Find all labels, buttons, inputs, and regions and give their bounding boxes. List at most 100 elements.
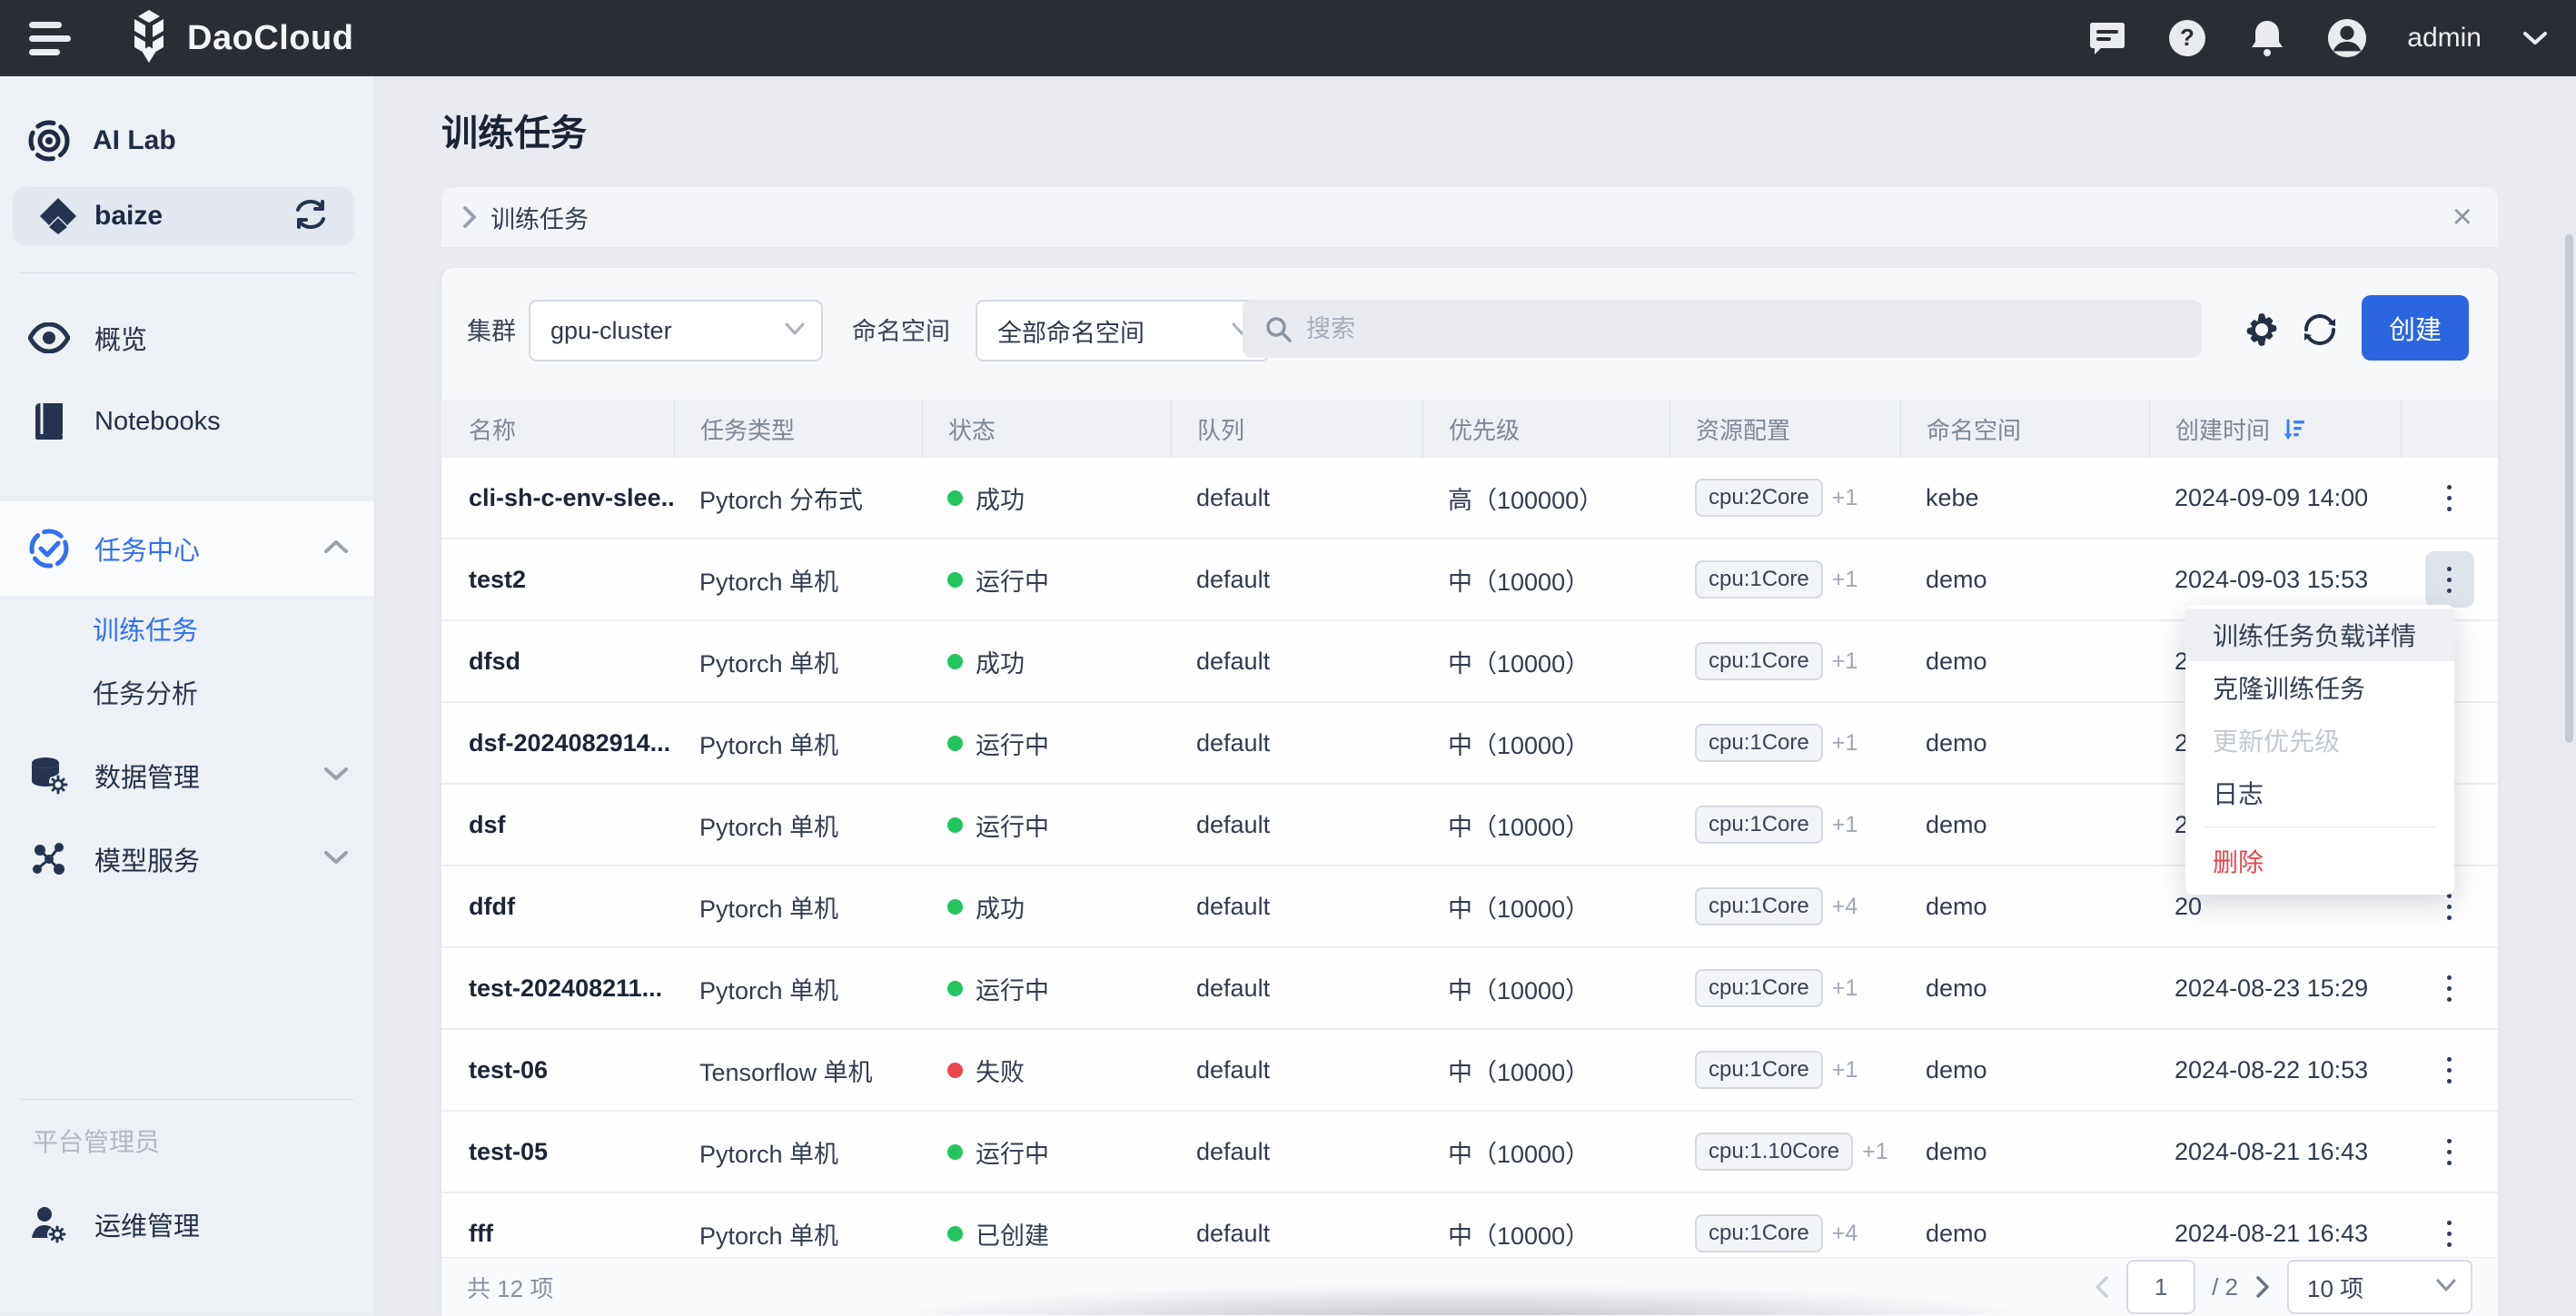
bell-icon[interactable] [2247, 18, 2287, 58]
task-status: 运行中 [922, 1112, 1171, 1192]
kebab-menu-button[interactable] [2425, 551, 2474, 608]
task-type: Pytorch 单机 [674, 866, 922, 946]
column-header: 任务类型 [674, 400, 922, 458]
task-resources: cpu:2Core+1 [1669, 458, 1900, 538]
search-input[interactable] [1304, 314, 2125, 344]
kebab-menu-button[interactable] [2425, 1042, 2474, 1098]
menu-item-workload-details[interactable]: 训练任务负载详情 [2185, 609, 2454, 661]
brand-name: DaoCloud [187, 19, 353, 58]
sidebar-item-ops-management[interactable]: 运维管理 [0, 1186, 374, 1262]
task-namespace: demo [1900, 1030, 2149, 1110]
menu-item-clone[interactable]: 克隆训练任务 [2185, 661, 2454, 714]
refresh-icon[interactable] [2300, 310, 2340, 350]
create-button[interactable]: 创建 [2362, 295, 2469, 361]
status-dot [947, 1144, 963, 1160]
workspace-swap-icon[interactable] [292, 199, 329, 234]
task-type: Pytorch 单机 [674, 621, 922, 701]
avatar[interactable] [2327, 18, 2367, 58]
sidebar-subitem-training-tasks[interactable]: 训练任务 [93, 601, 198, 656]
cluster-select[interactable]: gpu-cluster [529, 300, 823, 361]
task-namespace: kebe [1900, 458, 2149, 538]
table-row: test-06Tensorflow 单机失败default中（10000）cpu… [441, 1030, 2498, 1112]
menu-item-update-priority[interactable]: 更新优先级 [2185, 714, 2454, 767]
workspace-selector[interactable]: baize [13, 187, 354, 245]
scrollbar-thumb[interactable] [2565, 234, 2573, 743]
menu-item-delete[interactable]: 删除 [2185, 835, 2454, 887]
task-created-time: 2024-08-23 15:29 [2149, 948, 2401, 1028]
sidebar-item-overview[interactable]: 概览 [0, 300, 374, 376]
kebab-menu-button[interactable] [2425, 1123, 2474, 1180]
message-icon[interactable] [2087, 18, 2127, 58]
resource-chip: cpu:2Core [1695, 479, 1823, 517]
task-type: Pytorch 分布式 [674, 458, 922, 538]
resource-extra-count: +1 [1832, 812, 1858, 838]
hamburger-menu-icon[interactable] [29, 22, 73, 56]
task-queue: default [1171, 703, 1422, 783]
task-priority: 中（10000） [1422, 621, 1669, 701]
kebab-menu-button[interactable] [2425, 1205, 2474, 1262]
sidebar-divider [20, 272, 354, 273]
sidebar-subitem-task-analysis[interactable]: 任务分析 [93, 665, 198, 719]
cluster-label: 集群 [467, 312, 516, 347]
task-status: 失败 [922, 1030, 1171, 1110]
status-dot [947, 654, 963, 669]
user-chevron-down-icon[interactable] [2522, 18, 2549, 58]
task-priority: 中（10000） [1422, 539, 1669, 619]
page-input[interactable] [2136, 1272, 2185, 1302]
sidebar-item-model-services[interactable]: 模型服务 [0, 821, 374, 897]
resource-chip: cpu:1Core [1695, 642, 1823, 680]
status-label: 运行中 [976, 971, 1049, 1006]
resource-extra-count: +1 [1832, 567, 1858, 593]
prev-page-icon[interactable] [2094, 1275, 2110, 1299]
resource-extra-count: +4 [1832, 1221, 1858, 1247]
model-nodes-icon [18, 839, 80, 879]
status-dot [947, 899, 963, 915]
menu-item-logs[interactable]: 日志 [2185, 767, 2454, 819]
row-actions [2401, 458, 2498, 538]
task-type: Pytorch 单机 [674, 1112, 922, 1192]
column-label: 名称 [469, 412, 516, 446]
tab-label[interactable]: 训练任务 [490, 200, 589, 235]
task-namespace: demo [1900, 948, 2149, 1028]
sidebar-divider [20, 1099, 354, 1100]
total-count: 共 12 项 [467, 1271, 553, 1304]
kebab-menu-button[interactable] [2425, 470, 2474, 526]
namespace-select[interactable]: 全部命名空间 [976, 300, 1270, 361]
ops-admin-icon [18, 1205, 80, 1243]
sidebar-item-task-center[interactable]: 任务中心 [0, 501, 374, 596]
gear-icon[interactable] [2242, 310, 2282, 350]
page-size-select[interactable]: 10 项 [2287, 1260, 2472, 1314]
sort-desc-icon[interactable] [2281, 416, 2306, 441]
task-priority: 中（10000） [1422, 948, 1669, 1028]
task-queue: default [1171, 948, 1422, 1028]
task-name: test2 [441, 539, 674, 619]
tab-close-icon[interactable]: × [2452, 200, 2472, 234]
task-type: Tensorflow 单机 [674, 1030, 922, 1110]
username[interactable]: admin [2407, 23, 2482, 54]
task-resources: cpu:1Core+1 [1669, 948, 1900, 1028]
task-name: test-05 [441, 1112, 674, 1192]
sidebar: AI Lab baize 概览 Notebooks 任务中心 训练任务 [0, 76, 375, 1315]
task-status: 运行中 [922, 785, 1171, 865]
sidebar-item-notebooks[interactable]: Notebooks [0, 383, 374, 460]
namespace-value: 全部命名空间 [997, 313, 1144, 349]
chevron-down-icon [323, 767, 349, 786]
page-title: 训练任务 [441, 104, 587, 156]
sidebar-item-label: 任务中心 [94, 529, 200, 568]
column-label: 状态 [948, 412, 996, 446]
kebab-menu-button[interactable] [2425, 960, 2474, 1016]
status-label: 运行中 [976, 562, 1049, 598]
task-resources: cpu:1Core+4 [1669, 866, 1900, 946]
next-page-icon[interactable] [2254, 1275, 2271, 1299]
topbar: DaoCloud ? admin [0, 0, 2576, 76]
sidebar-item-data-management[interactable]: 数据管理 [0, 737, 374, 814]
task-priority: 高（100000） [1422, 458, 1669, 538]
task-resources: cpu:1Core+1 [1669, 539, 1900, 619]
workspace-icon [36, 196, 80, 236]
status-dot [947, 817, 963, 833]
page-size-value: 10 项 [2307, 1271, 2363, 1304]
resource-extra-count: +1 [1862, 1139, 1888, 1165]
task-namespace: demo [1900, 539, 2149, 619]
help-icon[interactable]: ? [2167, 18, 2207, 58]
task-queue: default [1171, 866, 1422, 946]
